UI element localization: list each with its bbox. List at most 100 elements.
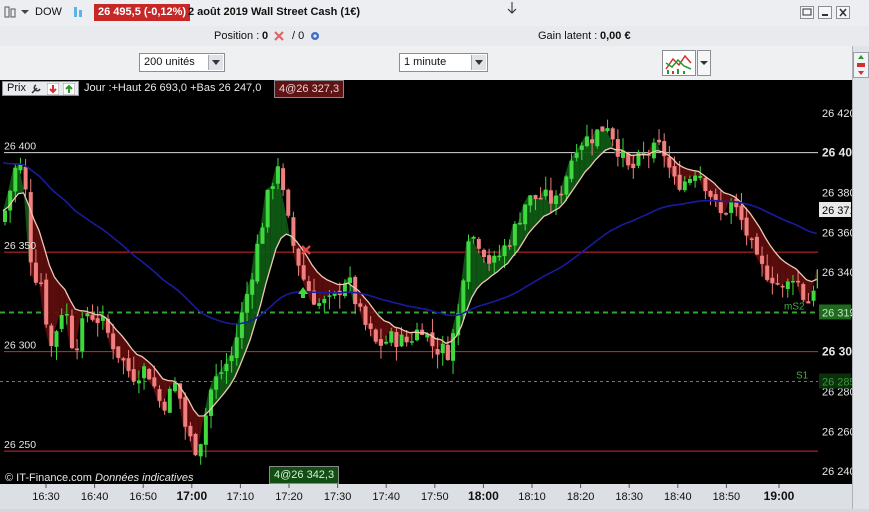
candle-down [610,128,615,140]
candle-down [760,255,765,264]
sell-arrow-icon[interactable] [46,82,60,99]
candle-down [286,189,291,216]
candle-down [39,282,44,284]
symbol-label[interactable]: DOW [35,6,62,18]
side-panel-button[interactable] [853,52,869,78]
candlestick-chart-svg[interactable]: 26 42026 40026 38026 36026 34026 32026 3… [0,80,865,509]
candle-down [708,190,713,197]
side-trade-icon [857,55,865,75]
y-tick-label: 26 260 [822,426,852,438]
ma-fill [481,257,488,284]
day-range-info: Jour :+Haut 26 693,0 +Bas 26 247,0 [84,82,262,94]
candle-down [775,283,780,285]
candle-down [533,195,538,200]
gain-value: 0,00 € [600,30,631,42]
minimize-button[interactable] [818,6,832,19]
candle-up [584,136,589,147]
candle-up [440,343,445,354]
indicator-button[interactable] [662,50,696,76]
candle-down [559,193,564,196]
candle-down [147,369,152,380]
position-bar: Position : 0 / 0 Gain latent : 0,00 € [0,26,869,47]
candle-down [49,325,54,347]
candle-up [790,280,795,283]
interval-select[interactable]: 1 minute [399,53,488,72]
candle-up [348,277,353,283]
price-change-badge: 26 495,5 (-0,12%) [94,4,191,21]
candle-down [193,434,198,456]
candle-up [8,190,13,211]
close-button[interactable] [836,6,850,19]
app-icon[interactable] [4,6,16,18]
order-tag-bottom[interactable]: 4@26 342,3 [269,466,340,484]
candle-down [121,358,126,361]
move-arrow-icon[interactable] [506,2,518,14]
candle-down [116,346,121,358]
candle-down [703,177,708,192]
ma-fill [286,215,292,246]
y-tick-label: 26 240 [822,466,852,478]
candle-up [605,128,610,132]
candle-up [255,243,260,282]
title-bar: DOW 26 495,5 (-0,12%) 2 août 2019 Wall S… [0,0,869,27]
candle-up [85,313,90,317]
candle-down [713,194,718,201]
buy-arrow-icon[interactable] [62,82,76,99]
candle-down [538,197,543,200]
ma-fill [75,308,81,351]
candle-up [54,331,59,347]
price-tools: Prix [2,81,79,96]
restore-button[interactable] [800,6,814,19]
candle-up [172,382,177,392]
candle-down [188,425,193,437]
candle-down [435,349,440,355]
candle-up [64,314,69,316]
chevron-down-icon[interactable] [471,55,486,70]
price-chart[interactable]: 26 42026 40026 38026 36026 34026 32026 3… [0,80,865,509]
candle-up [687,178,692,183]
y-tick-label: 26 360 [822,227,852,239]
candle-down [301,265,306,280]
candle-down [507,245,512,247]
ms2-value-label: 26 319,7 [822,307,852,319]
candle-down [806,301,811,304]
candle-down [667,157,672,168]
candle-up [59,314,64,329]
ma-fill [136,354,143,381]
chevron-down-icon[interactable] [208,55,223,70]
y-tick-label: 26 380 [822,187,852,199]
position-separator: / 0 [292,30,305,42]
candle-down [378,339,383,346]
dropdown-icon[interactable] [20,6,32,18]
candle-up [209,389,213,416]
candle-down [672,166,677,177]
wrench-icon[interactable] [30,83,42,99]
candle-down [744,217,749,236]
close-position-icon[interactable] [274,31,286,43]
order-tag-top[interactable]: 4@26 327,3 [274,80,345,98]
candle-up [3,210,7,222]
indicator-dropdown-button[interactable] [697,50,711,76]
indicators-chart-icon [665,54,692,74]
candle-up [265,189,270,228]
x-tick-label: 17:10 [227,491,255,503]
x-tick-label: 16:30 [32,491,60,503]
candle-down [363,306,368,325]
candle-up [239,312,244,338]
candle-up [574,152,579,158]
x-tick-label: 18:20 [567,491,595,503]
chart-mode-icon[interactable] [73,6,85,18]
price-label: Prix [7,82,26,94]
candle-down [600,126,605,132]
candle-up [698,175,703,178]
candle-down [358,303,363,307]
candle-up [512,223,517,246]
x-tick-label: 18:40 [664,491,692,503]
settings-gear-icon[interactable] [308,29,320,41]
candle-down [487,255,492,264]
units-select[interactable]: 200 unités [139,53,225,72]
candle-up [811,290,816,301]
candle-up [229,355,234,362]
candle-up [466,241,471,282]
candle-down [548,190,553,204]
